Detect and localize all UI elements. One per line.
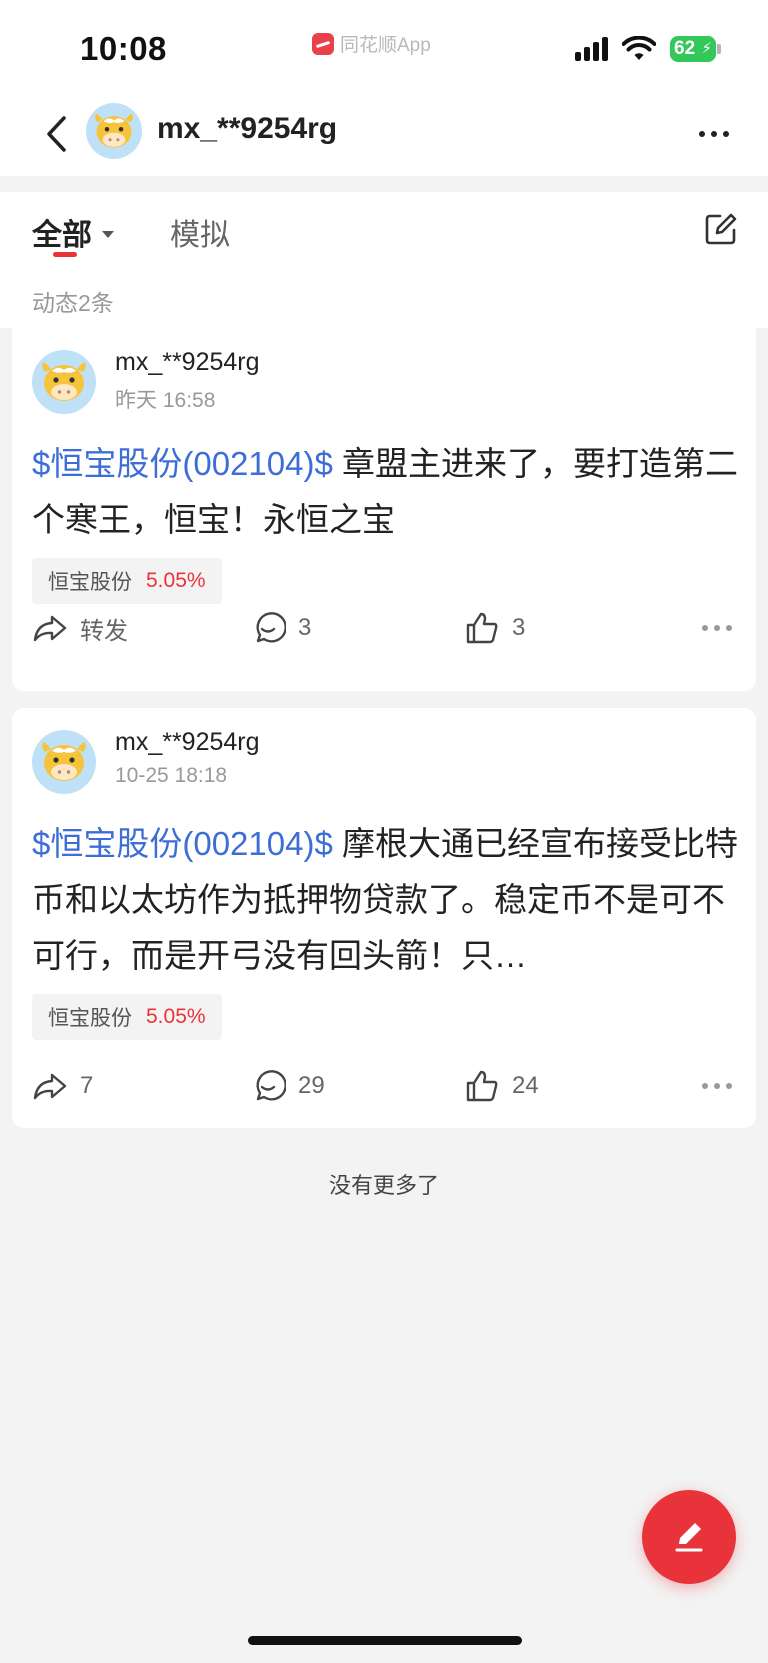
home-indicator: [248, 1636, 522, 1645]
like-button[interactable]: 24: [464, 1062, 539, 1110]
tab-all-label: 全部: [32, 219, 92, 252]
post-count: 动态2条: [32, 290, 114, 316]
more-dot: [699, 131, 705, 137]
more-dot: [714, 625, 720, 631]
more-dot: [714, 1083, 720, 1089]
status-icons: 62 ⚡: [575, 36, 721, 62]
share-count: 7: [80, 1072, 94, 1099]
post-card[interactable]: mx_**9254rg 10-25 18:18 $恒宝股份(002104)$ 摩…: [12, 708, 756, 1128]
pencil-icon: [675, 1523, 703, 1552]
comment-button[interactable]: 3: [250, 604, 311, 652]
post-more-button[interactable]: [702, 1062, 732, 1110]
more-dot: [702, 625, 708, 631]
thumbs-up-icon: [466, 612, 498, 644]
avatar[interactable]: [32, 730, 96, 794]
caret-down-icon: [102, 230, 114, 238]
chevron-left-icon: [47, 116, 66, 152]
edit-icon[interactable]: [704, 212, 738, 246]
charging-bolt-icon: ⚡: [701, 40, 712, 57]
post-actions: 转发 3 3: [12, 604, 756, 652]
page-title: mx_**9254rg: [157, 112, 338, 145]
tab-simulation[interactable]: 模拟: [170, 210, 230, 254]
post-username[interactable]: mx_**9254rg: [115, 348, 260, 377]
post-actions: 7 29 24: [12, 1062, 756, 1110]
post-more-button[interactable]: [702, 604, 732, 652]
nav-header: mx_**9254rg: [0, 92, 768, 176]
avatar[interactable]: [32, 350, 96, 414]
share-icon: [33, 1073, 67, 1100]
back-to-app[interactable]: 同花顺App: [312, 30, 431, 57]
stock-tag[interactable]: 恒宝股份 5.05%: [32, 558, 222, 604]
stock-tag-change: 5.05%: [146, 569, 206, 592]
post-username[interactable]: mx_**9254rg: [115, 728, 260, 757]
more-dot: [723, 131, 729, 137]
end-of-list-label: 没有更多了: [328, 1173, 439, 1198]
like-count: 3: [512, 614, 526, 641]
more-dot: [726, 625, 732, 631]
status-time: 10:08: [80, 30, 167, 67]
more-dot: [726, 1083, 732, 1089]
stock-link[interactable]: $恒宝股份(002104)$: [32, 825, 333, 862]
back-app-label: 同花顺App: [340, 35, 431, 56]
more-dot: [702, 1083, 708, 1089]
wifi-icon: [622, 36, 656, 60]
avatar[interactable]: [86, 103, 142, 159]
share-button[interactable]: 7: [32, 1062, 93, 1110]
stock-link[interactable]: $恒宝股份(002104)$: [32, 445, 333, 482]
comment-count: 29: [298, 1072, 325, 1099]
cellular-signal-icon: [575, 37, 608, 61]
like-button[interactable]: 3: [464, 604, 525, 652]
like-count: 24: [512, 1072, 539, 1099]
comment-icon: [256, 1070, 286, 1101]
user-posts-page: 10:08 同花顺App 62 ⚡ mx_**9254rg 全部 模拟 动态2条…: [0, 0, 768, 1663]
post-timestamp: 10-25 18:18: [115, 764, 228, 787]
more-options-button[interactable]: [690, 112, 738, 156]
stock-tag-name: 恒宝股份: [48, 1007, 132, 1030]
tab-all[interactable]: 全部: [32, 210, 114, 254]
post-body[interactable]: $恒宝股份(002104)$ 摩根大通已经宣布接受比特币和以太坊作为抵押物贷款了…: [32, 816, 742, 984]
post-body[interactable]: $恒宝股份(002104)$ 章盟主进来了，要打造第二个寒王，恒宝！永恒之宝: [32, 436, 742, 548]
share-icon: [33, 615, 67, 642]
comment-button[interactable]: 29: [250, 1062, 325, 1110]
app-logo-icon: [312, 32, 334, 55]
thumbs-up-icon: [466, 1070, 498, 1102]
stock-tag[interactable]: 恒宝股份 5.05%: [32, 994, 222, 1040]
stock-tag-name: 恒宝股份: [48, 571, 132, 594]
share-button[interactable]: 转发: [32, 604, 128, 652]
status-bar: 10:08 同花顺App 62 ⚡: [0, 0, 768, 92]
comment-count: 3: [298, 614, 312, 641]
comment-icon: [256, 612, 286, 643]
post-timestamp: 昨天 16:58: [115, 389, 216, 412]
active-tab-indicator: [53, 252, 77, 257]
more-dot: [711, 131, 717, 137]
stock-tag-change: 5.05%: [146, 1005, 206, 1028]
battery-indicator: 62 ⚡: [670, 36, 721, 62]
battery-level: 62: [674, 38, 696, 59]
compose-post-button[interactable]: [642, 1490, 736, 1584]
tabs-area: 全部 模拟 动态2条: [0, 192, 768, 328]
post-card[interactable]: mx_**9254rg 昨天 16:58 $恒宝股份(002104)$ 章盟主进…: [12, 328, 756, 691]
share-label: 转发: [80, 617, 128, 645]
back-button[interactable]: [36, 112, 76, 156]
